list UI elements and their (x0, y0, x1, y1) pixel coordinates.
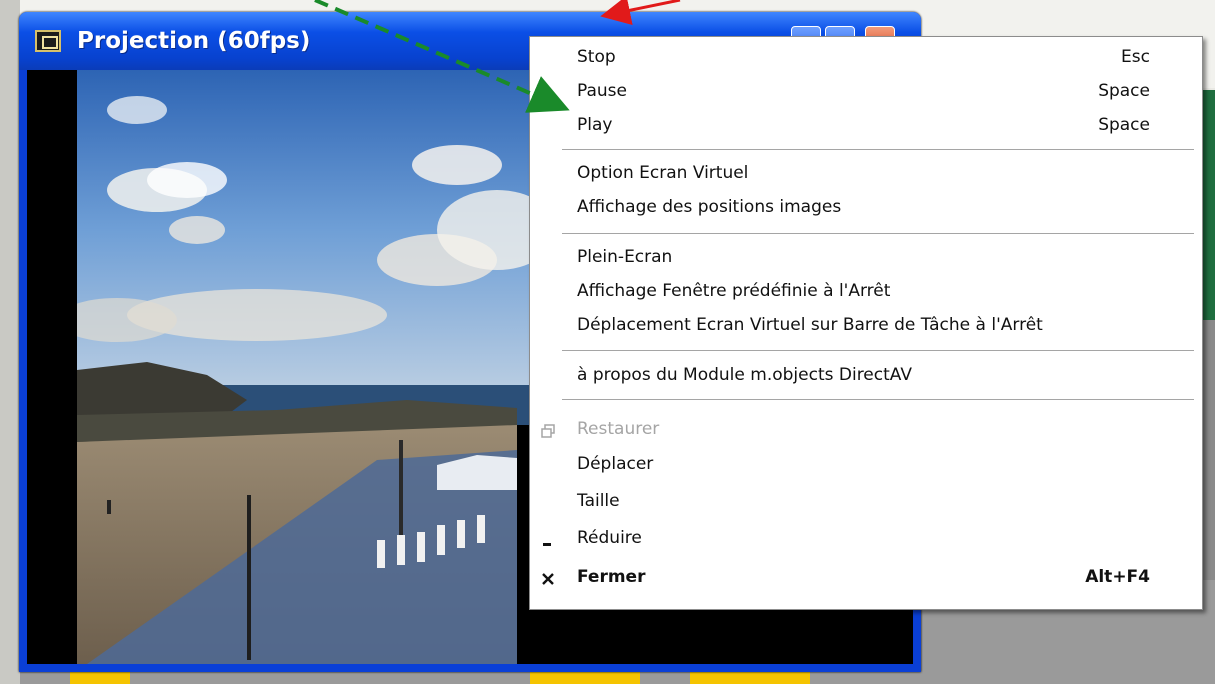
annotation-arrows (314, 0, 681, 113)
green-dashed-arrow (314, 0, 570, 113)
red-arrow (600, 0, 681, 26)
